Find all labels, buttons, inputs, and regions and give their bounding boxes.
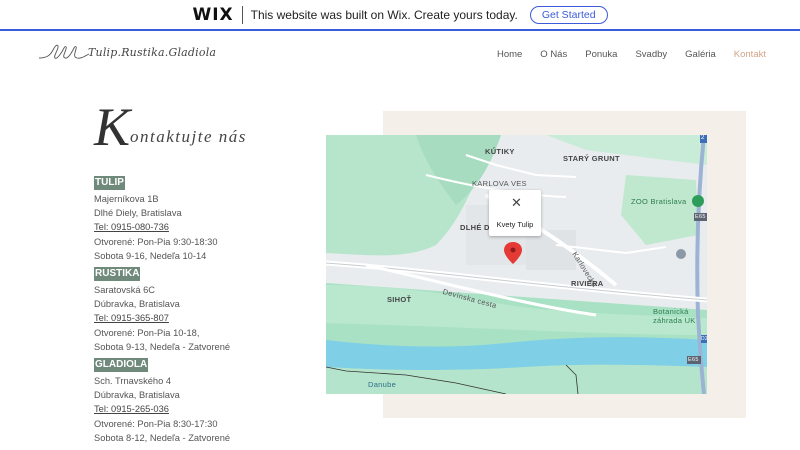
popup-place-name: Kvety Tulip xyxy=(496,220,534,229)
shop-phone-link[interactable]: Tel: 0915-365-807 xyxy=(94,311,294,325)
nav-o-nas[interactable]: O Nás xyxy=(540,49,567,60)
map-label-karlova-ves: KARLOVA VES xyxy=(472,179,527,188)
shop-hours-weekend: Sobota 9-13, Nedeľa - Zatvorené xyxy=(94,341,231,352)
banner-divider xyxy=(241,5,243,24)
shop-phone-link[interactable]: Tel: 0915-080-736 xyxy=(94,220,294,234)
shop-name: TULIP xyxy=(94,176,125,190)
nav-kontakt[interactable]: Kontakt xyxy=(734,49,766,60)
shop-hours: Otvorené: Pon-Pia 8:30-17:30 xyxy=(94,418,218,429)
map-label-riviera: RIVIÉRA xyxy=(571,279,604,288)
page-title-rest: ontaktujte nás xyxy=(130,127,247,146)
shop-city: Dlhé Diely, Bratislava xyxy=(94,208,182,219)
wix-banner: WIX This website was built on Wix. Creat… xyxy=(0,0,800,31)
map-label-kutiky: KÚTIKY xyxy=(485,147,515,156)
tulip-logo-icon xyxy=(38,44,90,59)
road-shield-d2: D2 xyxy=(701,336,707,342)
road-shield-e65-top: E65 xyxy=(695,214,706,220)
contact-list: TULIP Majerníkova 1B Dlhé Diely, Bratisl… xyxy=(94,172,294,445)
map-label-danube: Danube xyxy=(368,380,397,389)
map-label-sihot: SIHOŤ xyxy=(387,295,412,304)
shop-hours: Otvorené: Pon-Pia 10-18, xyxy=(94,327,200,338)
poi-icon xyxy=(676,249,686,259)
map-label-stary-grunt: STARÝ GRUNT xyxy=(563,154,620,163)
page-title-initial: K xyxy=(94,97,131,157)
shop-street: Saratovská 6C xyxy=(94,285,155,296)
road-shield-e65-bottom: E65 xyxy=(688,357,699,363)
shop-street: Majerníkova 1B xyxy=(94,194,159,204)
main-nav: Home O Nás Ponuka Svadby Galéria Kontakt xyxy=(479,49,766,60)
shop-hours-weekend: Sobota 8-12, Nedeľa - Zatvorené xyxy=(94,432,231,443)
site-logo[interactable]: Tulip.Rustika.Gladiola xyxy=(38,40,216,64)
road-shield-2: 2 xyxy=(701,135,705,141)
shop-name: GLADIOLA xyxy=(94,358,149,373)
nav-galeria[interactable]: Galéria xyxy=(685,49,716,60)
shop-phone-link[interactable]: Tel: 0915-265-036 xyxy=(94,402,294,416)
map-label-zoo: ZOO Bratislava xyxy=(631,197,687,206)
shop-hours: Otvorené: Pon-Pia 9:30-18:30 xyxy=(94,236,218,247)
map-label-zahrada: záhrada UK xyxy=(653,316,696,325)
wix-logo[interactable]: WIX xyxy=(192,5,233,25)
nav-svadby[interactable]: Svadby xyxy=(635,49,667,60)
close-icon[interactable]: ✕ xyxy=(511,196,522,209)
nav-ponuka[interactable]: Ponuka xyxy=(585,49,617,60)
shop-street: Sch. Trnavského 4 xyxy=(94,376,171,387)
shop-name: RUSTIKA xyxy=(94,267,141,282)
shop-city: Dúbravka, Bratislava xyxy=(94,390,180,401)
map-label-botanicka: Botanická xyxy=(653,307,689,316)
get-started-button[interactable]: Get Started xyxy=(529,5,608,24)
shop-tulip: TULIP Majerníkova 1B Dlhé Diely, Bratisl… xyxy=(94,172,294,263)
banner-text: This website was built on Wix. Create yo… xyxy=(250,7,518,22)
logo-text: Tulip.Rustika.Gladiola xyxy=(88,45,217,59)
nav-home[interactable]: Home xyxy=(497,49,522,60)
page-title: K ontaktujte nás xyxy=(94,100,247,154)
shop-hours-weekend: Sobota 9-16, Nedeľa 10-14 xyxy=(94,250,207,261)
zoo-icon xyxy=(692,195,704,207)
shop-rustika: RUSTIKA Saratovská 6C Dúbravka, Bratisla… xyxy=(94,263,294,354)
shop-gladiola: GLADIOLA Sch. Trnavského 4 Dúbravka, Bra… xyxy=(94,354,294,445)
map-canvas xyxy=(326,135,707,394)
google-map[interactable]: KÚTIKY STARÝ GRUNT KARLOVA VES ZOO Brati… xyxy=(326,135,707,394)
map-label-dlhe-diely: DLHÉ D xyxy=(460,223,490,232)
map-info-popup: ✕ Kvety Tulip xyxy=(489,190,541,236)
shop-city: Dúbravka, Bratislava xyxy=(94,299,180,310)
